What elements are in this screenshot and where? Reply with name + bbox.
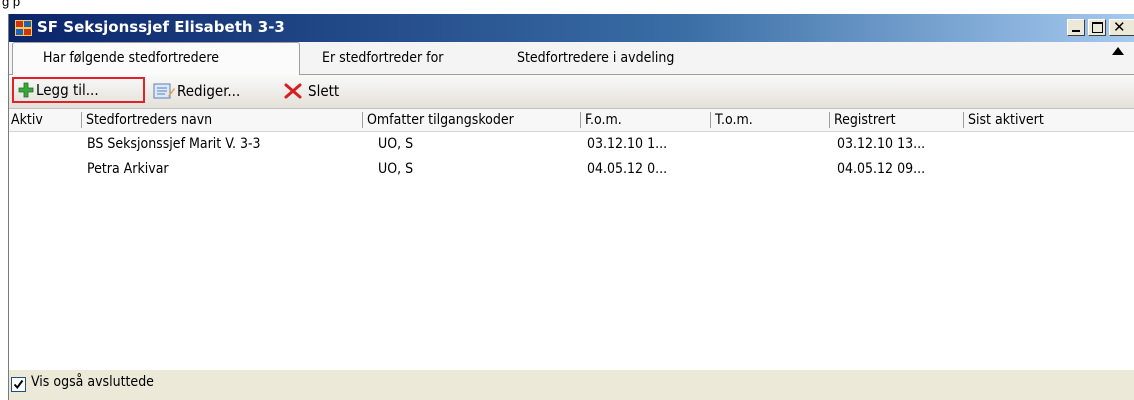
- substitutes-list[interactable]: Aktiv Stedfortreders navn Omfatter tilga…: [9, 108, 1134, 371]
- column-header-sist-aktivert[interactable]: Sist aktivert: [963, 112, 1044, 128]
- cell-fom: 04.05.12 0...: [587, 161, 668, 177]
- tab-har-folgende-stedfortredere[interactable]: Har følgende stedfortredere: [12, 42, 300, 76]
- tab-stedfortredere-i-avdeling[interactable]: Stedfortredere i avdeling: [517, 44, 674, 73]
- edit-button-label: Rediger...: [177, 82, 241, 100]
- column-header-fom[interactable]: F.o.m.: [580, 112, 622, 128]
- maximize-button[interactable]: [1088, 19, 1106, 36]
- title-bar[interactable]: SF Seksjonssjef Elisabeth 3-3 ✕: [9, 14, 1134, 42]
- cell-koder: UO, S: [378, 161, 414, 177]
- close-icon: ✕: [1113, 18, 1126, 36]
- show-closed-checkbox[interactable]: [11, 377, 26, 392]
- cell-navn: BS Seksjonssjef Marit V. 3-3: [87, 136, 261, 152]
- table-row[interactable]: BS Seksjonssjef Marit V. 3-3 UO, S 03.12…: [9, 132, 1134, 157]
- window-title: SF Seksjonssjef Elisabeth 3-3: [37, 18, 285, 36]
- tab-strip: Har følgende stedfortredere Er stedfortr…: [9, 42, 1134, 76]
- minimize-button[interactable]: [1067, 19, 1085, 36]
- plus-icon: [18, 82, 34, 98]
- cell-fom: 03.12.10 1...: [587, 136, 668, 152]
- cell-koder: UO, S: [378, 136, 414, 152]
- tab-er-stedfortreder-for[interactable]: Er stedfortreder for: [322, 44, 443, 73]
- tab-scroll-up-icon[interactable]: [1112, 47, 1124, 55]
- edit-document-icon: [153, 83, 175, 99]
- table-row[interactable]: Petra Arkivar UO, S 04.05.12 0... 04.05.…: [9, 157, 1134, 182]
- show-closed-label[interactable]: Vis også avsluttede: [31, 374, 154, 390]
- delete-button-label: Slett: [308, 82, 340, 100]
- column-header-aktiv[interactable]: Aktiv: [11, 109, 43, 131]
- dialog-window: SF Seksjonssjef Elisabeth 3-3 ✕ Har følg…: [8, 14, 1134, 400]
- background-window-strip: g p: [0, 0, 1134, 14]
- column-header-tom[interactable]: T.o.m.: [710, 112, 753, 128]
- toolbar: Legg til... Rediger... Slett: [9, 75, 1134, 108]
- checkmark-icon: [13, 379, 24, 390]
- delete-x-icon: [284, 83, 302, 99]
- column-header-navn[interactable]: Stedfortreders navn: [81, 112, 212, 128]
- footer-bar: Vis også avsluttede: [9, 370, 1134, 400]
- app-grid-icon: [15, 20, 32, 36]
- column-header-registrert[interactable]: Registrert: [829, 112, 896, 128]
- list-header: Aktiv Stedfortreders navn Omfatter tilga…: [9, 109, 1134, 132]
- cell-registrert: 04.05.12 09...: [837, 161, 926, 177]
- add-button-label: Legg til...: [36, 81, 99, 99]
- cell-registrert: 03.12.10 13...: [837, 136, 926, 152]
- column-header-koder[interactable]: Omfatter tilgangskoder: [362, 112, 514, 128]
- tab-label: Har følgende stedfortredere: [43, 50, 219, 66]
- cell-navn: Petra Arkivar: [87, 161, 169, 177]
- background-caption: g p: [2, 0, 21, 9]
- add-button[interactable]: Legg til...: [12, 77, 145, 103]
- close-button[interactable]: ✕: [1109, 18, 1134, 36]
